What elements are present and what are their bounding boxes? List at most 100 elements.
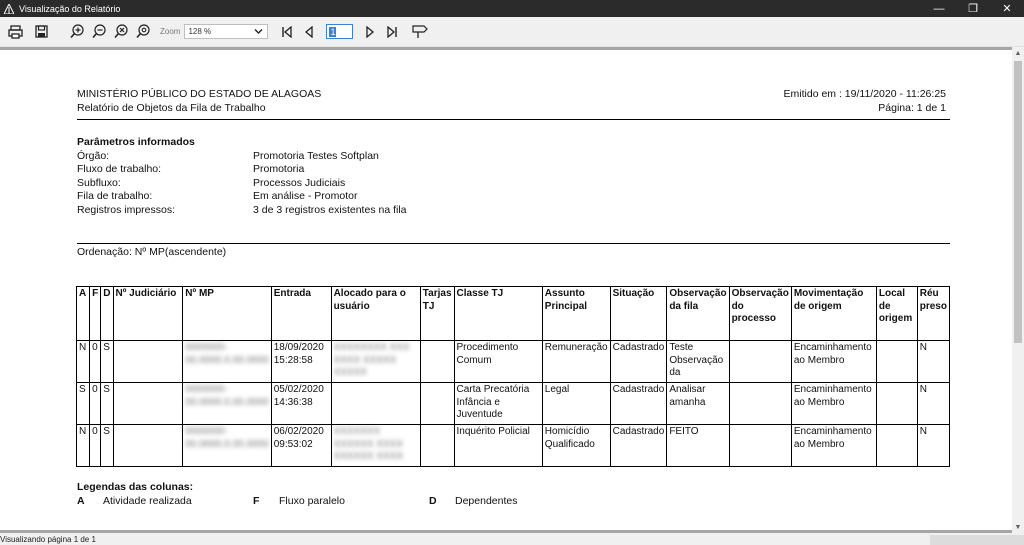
cell-local	[875, 424, 918, 467]
minimize-button[interactable]: —	[922, 0, 956, 17]
cell-situacao: Cadastrado	[609, 424, 668, 467]
last-page-icon	[387, 25, 398, 38]
cell-reu-preso: N	[916, 340, 951, 383]
cell-d: S	[100, 340, 114, 383]
param-row: Órgão: Promotoria Testes Softplan	[77, 150, 407, 164]
vertical-scrollbar[interactable]: ▲ ▼	[1012, 47, 1024, 533]
param-row: Subfluxo: Processos Judiciais	[77, 177, 407, 191]
param-value: Promotoria	[253, 163, 305, 176]
legend-code: D	[429, 495, 437, 507]
horizontal-scrollbar-thumb[interactable]	[930, 535, 1024, 545]
organization-name: MINISTÉRIO PÚBLICO DO ESTADO DE ALAGOAS	[77, 88, 322, 100]
zoom-out-button[interactable]	[88, 21, 110, 43]
cell-judiciario	[112, 340, 184, 383]
scroll-up-icon[interactable]: ▲	[1012, 47, 1024, 59]
legend-row: A Atividade realizada F Fluxo paralelo D…	[77, 495, 605, 507]
previous-page-button[interactable]	[298, 21, 320, 43]
column-header: D	[100, 286, 114, 341]
column-header: Local de origem	[875, 286, 918, 341]
report-subtitle: Relatório de Objetos da Fila de Trabalho	[77, 102, 266, 114]
cell-judiciario	[112, 382, 184, 425]
floppy-disk-icon	[34, 25, 48, 38]
cell-mp: 0000000-00.0000.0.00.0000	[182, 340, 272, 383]
restore-button[interactable]: ❐	[956, 0, 990, 17]
close-button[interactable]: ✕	[990, 0, 1024, 17]
cell-a: N	[75, 424, 91, 467]
zoom-out-icon	[91, 24, 106, 39]
cell-entrada: 05/02/2020 14:36:38	[270, 382, 332, 425]
zoom-label: Zoom	[160, 27, 181, 36]
cell-situacao: Cadastrado	[609, 382, 668, 425]
zoom-in-button[interactable]	[66, 21, 88, 43]
last-page-button[interactable]	[381, 21, 403, 43]
parameters-title: Parâmetros informados	[77, 136, 195, 148]
save-button[interactable]	[30, 21, 52, 43]
cell-obs-fila: Analisar amanha	[666, 382, 730, 425]
cell-tarjas	[419, 382, 455, 425]
cell-mp: 0000000-00.0000.0.00.0000	[182, 424, 272, 467]
param-value: Em análise - Promotor	[253, 190, 358, 203]
cell-movimentacao: Encaminhamento ao Membro	[790, 340, 877, 383]
emitted-at: Emitido em : 19/11/2020 - 11:26:25	[783, 88, 946, 100]
parameters-section: Parâmetros informados Órgão: Promotoria T…	[77, 136, 407, 218]
cell-local	[875, 340, 918, 383]
signpost-button[interactable]	[409, 21, 431, 43]
params-divider	[77, 243, 950, 244]
param-label: Subfluxo:	[77, 176, 121, 189]
cell-a: N	[75, 340, 91, 383]
cell-obs-processo	[728, 340, 792, 383]
param-value: 3 de 3 registros existentes na fila	[253, 203, 407, 216]
table-header-row: A F D Nº Judiciário Nº MP Entrada Alocad…	[75, 286, 951, 341]
cell-assunto: Legal	[541, 382, 611, 425]
cell-alocado: XXXXXXX XXXXXX XXXX XXXXXX XXXX	[330, 424, 421, 467]
param-row: Fila de trabalho: Em análise - Promotor	[77, 190, 407, 204]
column-header: Movimentação de origem	[790, 286, 877, 341]
legend-desc: Dependentes	[455, 495, 518, 507]
next-page-button[interactable]	[359, 21, 381, 43]
zoom-fit-icon	[135, 24, 150, 39]
cell-local	[875, 382, 918, 425]
cell-a: S	[75, 382, 91, 425]
param-value: Processos Judiciais	[253, 176, 346, 189]
ordering-text: Ordenação: Nº MP(ascendente)	[77, 246, 227, 258]
cell-alocado: XXXXXXXX XXX XXXX XXXXX XXXXX	[330, 340, 421, 383]
cell-obs-processo	[728, 382, 792, 425]
column-header: F	[89, 286, 102, 341]
cell-classe: Carta Precatória Infância e Juventude	[453, 382, 543, 425]
column-header: Alocado para o usuário	[330, 286, 421, 341]
param-label: Fluxo de trabalho:	[77, 163, 162, 176]
cell-f: 0	[89, 382, 102, 425]
cell-judiciario	[112, 424, 184, 467]
cell-entrada: 06/02/2020 09:53:02	[270, 424, 332, 467]
param-row: Registros impressos: 3 de 3 registros exi…	[77, 204, 407, 218]
cell-obs-fila: FEITO	[666, 424, 730, 467]
report-page: MINISTÉRIO PÚBLICO DO ESTADO DE ALAGOAS …	[0, 50, 1012, 530]
param-value: Promotoria Testes Softplan	[253, 149, 379, 162]
first-page-button[interactable]	[276, 21, 298, 43]
legend-code: F	[253, 495, 260, 507]
zoom-reset-button[interactable]	[110, 21, 132, 43]
column-header: Nº MP	[182, 286, 272, 341]
param-row: Fluxo de trabalho: Promotoria	[77, 163, 407, 177]
scroll-down-icon[interactable]: ▼	[1012, 521, 1024, 533]
page-info: Página: 1 de 1	[878, 102, 946, 114]
cell-obs-processo	[728, 424, 792, 467]
legend-desc: Atividade realizada	[103, 495, 192, 507]
column-header: Tarjas TJ	[419, 286, 455, 341]
cell-reu-preso: N	[916, 382, 951, 425]
zoom-fit-button[interactable]	[132, 21, 154, 43]
zoom-select[interactable]: 128 %	[184, 24, 269, 39]
scrollbar-thumb[interactable]	[1014, 61, 1022, 343]
legend-code: A	[77, 495, 85, 507]
app-icon	[3, 3, 15, 15]
header-divider	[77, 119, 950, 120]
cell-tarjas	[419, 340, 455, 383]
zoom-in-icon	[69, 24, 84, 39]
print-button[interactable]	[4, 21, 26, 43]
cell-alocado	[330, 382, 421, 425]
status-text: Visualizando página 1 de 1	[0, 534, 96, 544]
table-row: S 0 S 0000000-00.0000.0.00.0000 05/02/20…	[75, 382, 951, 425]
cell-movimentacao: Encaminhamento ao Membro	[790, 424, 877, 467]
zoom-value: 128 %	[188, 27, 212, 36]
page-number-input[interactable]: 1	[326, 24, 354, 39]
